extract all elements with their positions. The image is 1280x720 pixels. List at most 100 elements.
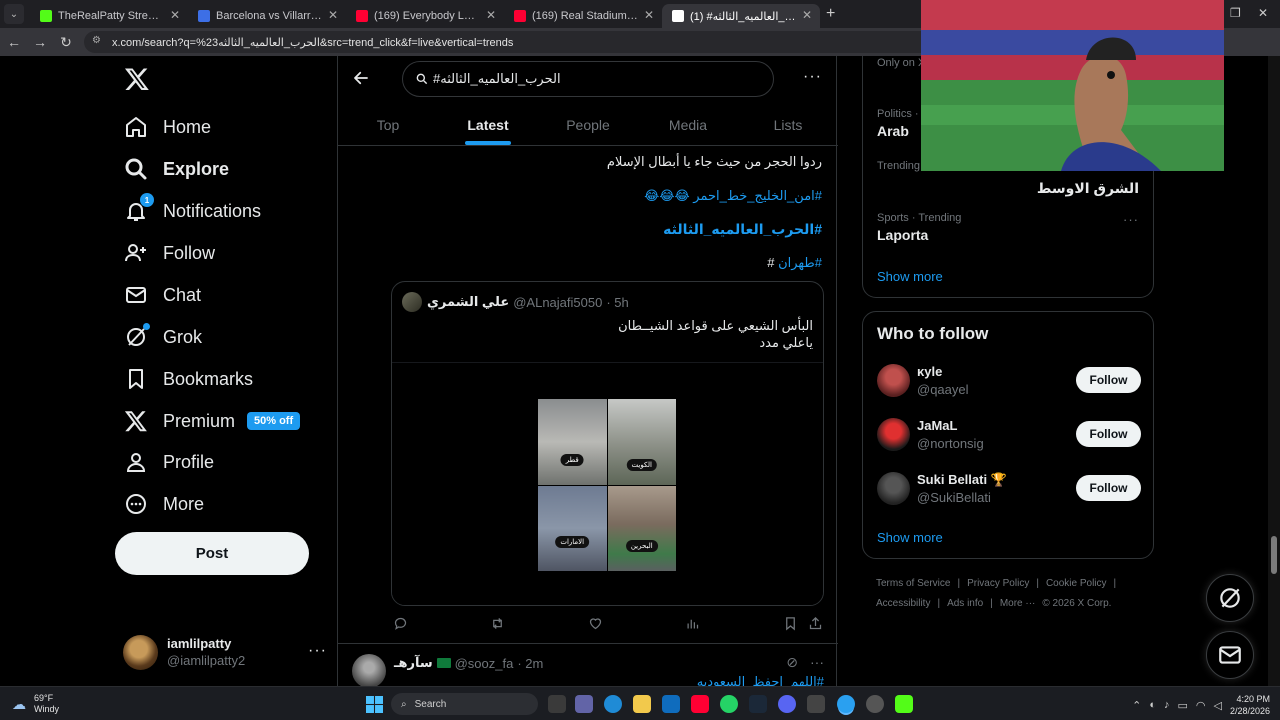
footer-link[interactable]: Accessibility: [876, 598, 930, 609]
task-view-icon[interactable]: [548, 695, 566, 713]
tray-chevron-icon[interactable]: ⌃: [1132, 699, 1141, 712]
grok-floating-button[interactable]: [1206, 574, 1254, 622]
site-info-icon[interactable]: ⚙: [92, 35, 106, 49]
footer-link[interactable]: Terms of Service: [876, 578, 950, 589]
browser-tab-active[interactable]: (1) #الحرب_العالميه_الثالثه ✕: [662, 4, 820, 28]
share-icon[interactable]: [808, 616, 823, 631]
tab-lists[interactable]: Lists: [738, 104, 838, 145]
like-icon[interactable]: [588, 616, 603, 631]
tweet-hashtag[interactable]: #امن_الخليج_خط_احمر 😂😂😂: [644, 188, 822, 204]
steam-icon[interactable]: [749, 695, 767, 713]
bookmark-icon[interactable]: [783, 616, 798, 631]
windows-start-icon[interactable]: [366, 696, 383, 713]
tweet[interactable]: سآرهـ @sooz_fa · 2m ⊘ ··· #اللهم_احفظ_ال…: [338, 643, 838, 686]
reply-icon[interactable]: [393, 616, 408, 631]
tab-close-icon[interactable]: ✕: [170, 8, 180, 22]
tweet-hashtag[interactable]: #اللهم_احفظ_السعوديه: [697, 674, 824, 686]
trend-item[interactable]: Sports · Trending Laporta: [877, 212, 961, 243]
follow-button[interactable]: Follow: [1076, 367, 1141, 393]
tab-latest[interactable]: Latest: [438, 104, 538, 145]
trend-title[interactable]: الشرق الاوسط: [1037, 180, 1139, 197]
tab-people[interactable]: People: [538, 104, 638, 145]
follow-button[interactable]: Follow: [1076, 475, 1141, 501]
app-icon[interactable]: [807, 695, 825, 713]
show-more-link[interactable]: Show more: [877, 269, 943, 284]
trend-item[interactable]: Trending: [877, 160, 920, 172]
trend-item[interactable]: Only on X: [877, 57, 925, 69]
taskbar-search[interactable]: ⌕ Search: [391, 693, 538, 715]
back-arrow-icon[interactable]: [352, 69, 370, 87]
tab-close-icon[interactable]: ✕: [802, 8, 812, 22]
file-explorer-icon[interactable]: [633, 695, 651, 713]
forward-button[interactable]: →: [28, 30, 52, 54]
browser-tab[interactable]: TheRealPatty Stream - Watch Li ✕: [30, 4, 188, 28]
more-icon[interactable]: ···: [1123, 212, 1139, 227]
nav-profile[interactable]: Profile: [124, 442, 214, 482]
discord-icon[interactable]: [778, 695, 796, 713]
app-icon[interactable]: [866, 695, 884, 713]
tab-top[interactable]: Top: [338, 104, 438, 145]
nav-notifications[interactable]: 1 Notifications: [124, 191, 261, 231]
whatsapp-icon[interactable]: [720, 695, 738, 713]
scrollbar-thumb[interactable]: [1271, 536, 1277, 574]
footer-link[interactable]: Ads info: [947, 598, 983, 609]
edge-icon[interactable]: [604, 695, 622, 713]
show-more-link[interactable]: Show more: [877, 530, 943, 545]
post-button[interactable]: Post: [115, 532, 309, 575]
repost-icon[interactable]: [490, 616, 505, 631]
tab-close-icon[interactable]: ✕: [486, 8, 496, 22]
nav-grok[interactable]: Grok: [124, 317, 202, 357]
system-clock[interactable]: 4:20 PM 2/28/2026: [1230, 693, 1270, 717]
follow-suggestion[interactable]: JaMaL @nortonsig Follow: [877, 416, 1141, 456]
nav-home[interactable]: Home: [124, 107, 211, 147]
browser-tab[interactable]: Barcelona vs Villarreal live score ✕: [188, 4, 346, 28]
wifi-icon[interactable]: ◠: [1196, 699, 1206, 712]
search-input[interactable]: #الحرب_العالميه_الثالثه: [402, 61, 774, 97]
account-switcher[interactable]: iamlilpatty @iamlilpatty2 ···: [123, 632, 333, 672]
close-window-icon[interactable]: ✕: [1258, 6, 1268, 20]
tweet-hashtag[interactable]: #طهران: [778, 255, 822, 270]
browser-tab[interactable]: (169) Real Stadium Atmosphere ✕: [504, 4, 662, 28]
nav-more[interactable]: More: [124, 484, 204, 524]
follow-button[interactable]: Follow: [1076, 421, 1141, 447]
tab-close-icon[interactable]: ✕: [328, 8, 338, 22]
tab-close-icon[interactable]: ✕: [644, 8, 654, 22]
youtube-icon[interactable]: [691, 695, 709, 713]
volume-icon[interactable]: ◁: [1213, 699, 1221, 712]
network-icon[interactable]: ▭: [1177, 699, 1187, 712]
weather-widget[interactable]: ☁ 69°F Windy: [12, 693, 59, 715]
nav-explore[interactable]: Explore: [124, 149, 229, 189]
quote-media[interactable]: قطر الكويت الامارات البحرين: [392, 362, 823, 605]
nav-chat[interactable]: Chat: [124, 275, 201, 315]
nav-follow[interactable]: Follow: [124, 233, 215, 273]
back-button[interactable]: ←: [2, 30, 26, 54]
browser-tab[interactable]: (169) Everybody Loves To Boog ✕: [346, 4, 504, 28]
teams-icon[interactable]: [575, 695, 593, 713]
page-scrollbar[interactable]: [1268, 56, 1280, 686]
footer-link[interactable]: Cookie Policy: [1046, 578, 1107, 589]
chrome-icon[interactable]: [837, 695, 855, 713]
footer-link[interactable]: More ···: [1000, 598, 1036, 609]
views-icon[interactable]: [685, 616, 700, 631]
follow-suggestion[interactable]: Suki Bellati 🏆 @SukiBellati Follow: [877, 470, 1141, 510]
restore-window-icon[interactable]: ❐: [1230, 6, 1241, 20]
outlook-icon[interactable]: [662, 695, 680, 713]
footer-link[interactable]: Privacy Policy: [967, 578, 1029, 589]
grok-icon[interactable]: ⊘: [786, 654, 798, 671]
follow-suggestion[interactable]: κyle @qaayel Follow: [877, 362, 1141, 402]
nav-bookmarks[interactable]: Bookmarks: [124, 359, 253, 399]
more-icon[interactable]: ···: [810, 654, 824, 671]
x-logo-icon[interactable]: [124, 66, 150, 92]
tweet-hashtag[interactable]: #الحرب_العالميه_الثالثه: [663, 221, 822, 238]
reload-button[interactable]: ↻: [54, 30, 78, 54]
kick-icon[interactable]: [895, 695, 913, 713]
tray-app-icon[interactable]: ◐: [1149, 699, 1156, 711]
microphone-icon[interactable]: ♪: [1164, 699, 1170, 711]
messages-floating-button[interactable]: [1206, 631, 1254, 679]
more-options-icon[interactable]: ···: [803, 68, 822, 86]
nav-premium[interactable]: Premium 50% off: [124, 401, 301, 441]
new-tab-button[interactable]: +: [826, 5, 835, 23]
tab-media[interactable]: Media: [638, 104, 738, 145]
quoted-tweet[interactable]: علي الشمري @ALnajafi5050 · 5h البأس الشي…: [391, 281, 824, 606]
tab-search-button[interactable]: ⌄: [4, 4, 24, 24]
